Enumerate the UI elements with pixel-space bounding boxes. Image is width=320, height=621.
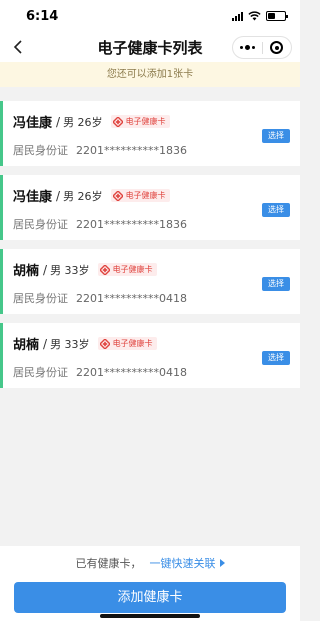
- health-card-logo-icon: [112, 190, 123, 201]
- caret-right-icon: [219, 559, 225, 567]
- card-list: 冯佳康 / 男 26岁 电子健康卡 居民身份证 2201**********183…: [0, 87, 300, 388]
- quick-link-label: 一键快速关联: [149, 557, 216, 570]
- has-card-text: 已有健康卡，: [75, 557, 142, 570]
- id-number: 2201**********1836: [76, 144, 187, 157]
- close-mini-program-button[interactable]: [263, 37, 292, 58]
- separator-slash: /: [43, 336, 48, 351]
- home-indicator: [100, 614, 200, 618]
- footer: 已有健康卡， 一键快速关联 添加健康卡: [0, 546, 300, 621]
- add-health-card-button[interactable]: 添加健康卡: [14, 582, 286, 613]
- card-holder-info: 男 26岁: [63, 189, 103, 203]
- wifi-icon: [248, 11, 261, 21]
- quick-link[interactable]: 一键快速关联: [150, 555, 225, 571]
- health-card-tag: 电子健康卡: [97, 263, 157, 276]
- battery-icon: [266, 11, 288, 21]
- more-button[interactable]: [233, 37, 262, 58]
- separator-slash: /: [43, 262, 48, 277]
- card-holder-info: 男 26岁: [63, 115, 103, 129]
- select-button[interactable]: 选择: [262, 129, 290, 143]
- card-holder-name: 冯佳康: [13, 190, 53, 205]
- card-holder-name: 胡楠: [13, 264, 40, 279]
- mini-program-capsule: [232, 36, 292, 59]
- card-holder-info: 男 33岁: [50, 263, 90, 277]
- health-card-tag: 电子健康卡: [97, 337, 157, 350]
- status-time: 6:14: [26, 8, 59, 24]
- id-type-label: 居民身份证: [13, 366, 68, 379]
- id-number: 2201**********0418: [76, 366, 187, 379]
- id-type-label: 居民身份证: [13, 144, 68, 157]
- id-type-label: 居民身份证: [13, 292, 68, 305]
- notice-banner: 您还可以添加1张卡: [0, 62, 300, 87]
- health-card-tag: 电子健康卡: [110, 189, 170, 202]
- nav-bar: 电子健康卡列表: [0, 32, 300, 62]
- more-icon: [239, 45, 255, 50]
- status-bar: 6:14: [0, 0, 300, 32]
- select-button[interactable]: 选择: [262, 277, 290, 291]
- id-number: 2201**********0418: [76, 292, 187, 305]
- select-button[interactable]: 选择: [262, 203, 290, 217]
- health-card-item[interactable]: 胡楠 / 男 33岁 电子健康卡 居民身份证 2201**********0418…: [0, 249, 300, 314]
- separator-slash: /: [56, 114, 61, 129]
- health-card-tag: 电子健康卡: [110, 115, 170, 128]
- back-button[interactable]: [8, 37, 28, 57]
- select-button[interactable]: 选择: [262, 351, 290, 365]
- health-card-logo-icon: [99, 338, 110, 349]
- health-card-logo-icon: [99, 264, 110, 275]
- page-title: 电子健康卡列表: [97, 38, 203, 57]
- status-icons: [232, 11, 288, 21]
- health-card-item[interactable]: 冯佳康 / 男 26岁 电子健康卡 居民身份证 2201**********183…: [0, 101, 300, 166]
- id-number: 2201**********1836: [76, 218, 187, 231]
- card-holder-name: 胡楠: [13, 338, 40, 353]
- chevron-left-icon: [13, 40, 22, 54]
- health-card-logo-icon: [112, 116, 123, 127]
- separator-slash: /: [56, 188, 61, 203]
- card-holder-info: 男 33岁: [50, 337, 90, 351]
- health-card-item[interactable]: 冯佳康 / 男 26岁 电子健康卡 居民身份证 2201**********183…: [0, 175, 300, 240]
- health-card-item[interactable]: 胡楠 / 男 33岁 电子健康卡 居民身份证 2201**********0418…: [0, 323, 300, 388]
- id-type-label: 居民身份证: [13, 218, 68, 231]
- link-row: 已有健康卡， 一键快速关联: [0, 555, 300, 571]
- target-icon: [270, 41, 284, 54]
- card-holder-name: 冯佳康: [13, 116, 53, 131]
- signal-icon: [232, 11, 243, 21]
